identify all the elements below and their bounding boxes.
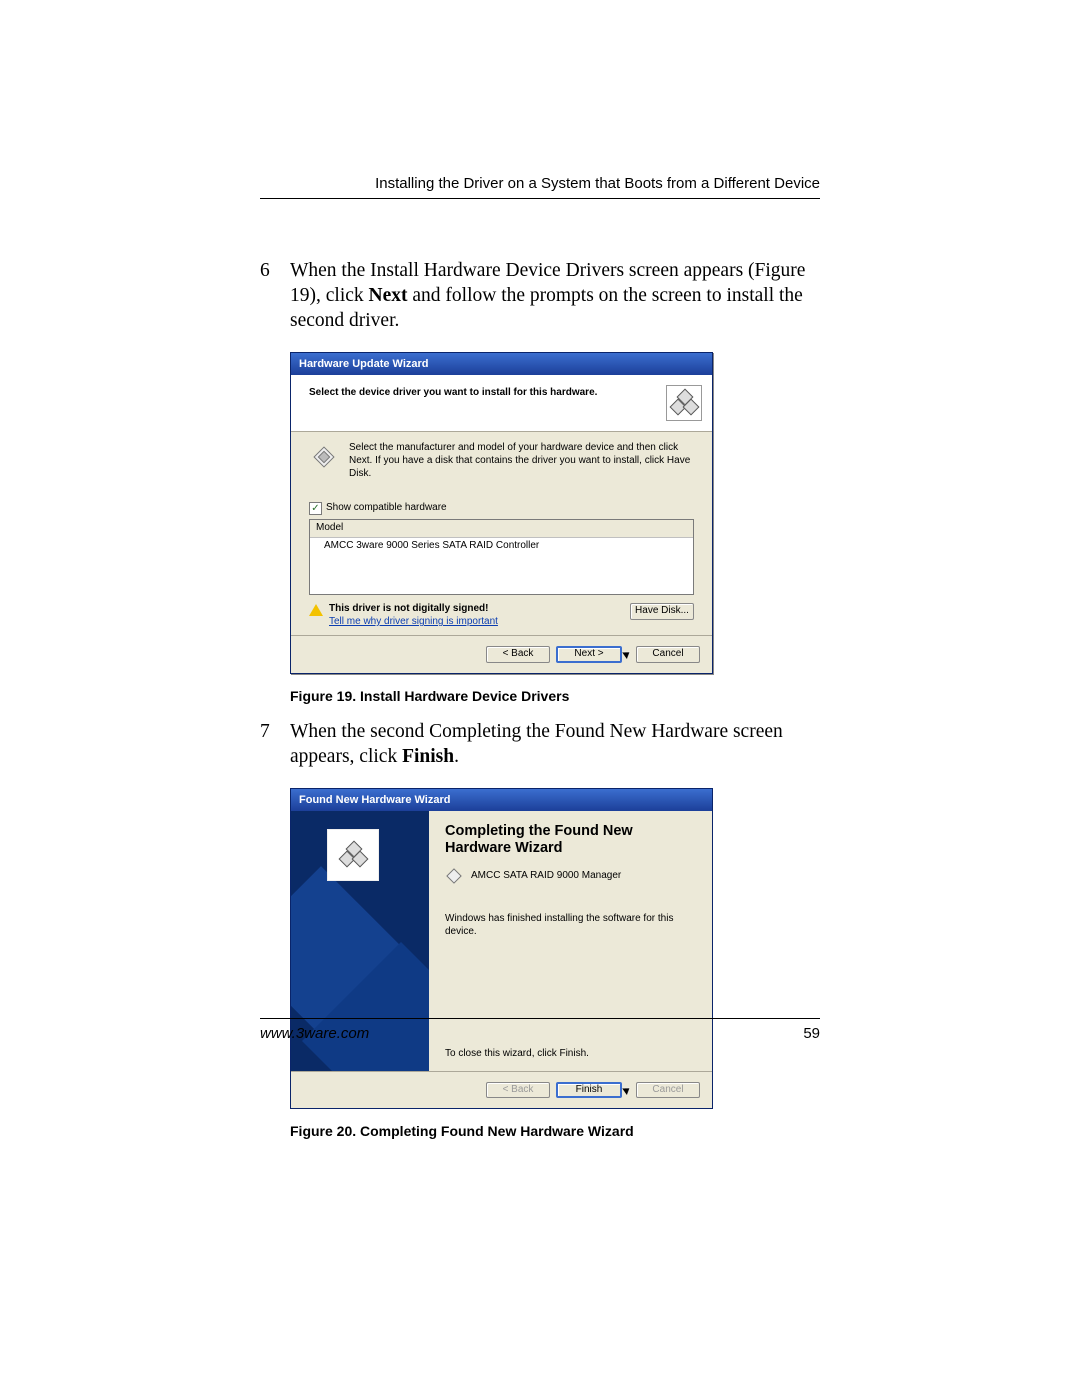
step-7-text-a: When the second Completing the Found New… [290, 721, 783, 767]
running-head: Installing the Driver on a System that B… [260, 175, 820, 199]
chip-icon [309, 442, 339, 472]
signing-info-link[interactable]: Tell me why driver signing is important [329, 616, 498, 629]
cancel-button[interactable]: Cancel [636, 646, 700, 663]
show-compatible-checkbox[interactable]: ✓ Show compatible hardware [309, 502, 694, 515]
device-icon [666, 385, 702, 421]
checkbox-checked-icon: ✓ [309, 502, 322, 515]
step-7-number: 7 [260, 720, 290, 770]
have-disk-button[interactable]: Have Disk... [630, 603, 694, 620]
cancel-button: Cancel [636, 1082, 700, 1099]
model-listbox[interactable]: Model AMCC 3ware 9000 Series SATA RAID C… [309, 519, 694, 595]
step-7-text: When the second Completing the Found New… [290, 720, 820, 770]
back-button: < Back [486, 1082, 550, 1099]
step-6-text: When the Install Hardware Device Drivers… [290, 259, 820, 334]
step-6-number: 6 [260, 259, 290, 334]
page-number: 59 [803, 1025, 820, 1042]
close-hint-text: To close this wizard, click Finish. [445, 1048, 696, 1067]
figure-19-caption: Figure 19. Install Hardware Device Drive… [290, 688, 820, 706]
wizard2-button-bar: < Back Finish Cancel [291, 1071, 712, 1109]
step-7-bold: Finish [402, 746, 454, 767]
model-list-header: Model [310, 520, 693, 538]
figure-20: Found New Hardware Wizard [290, 788, 820, 1110]
warning-icon [309, 604, 323, 616]
finish-button[interactable]: Finish [556, 1082, 622, 1099]
step-7-text-b: . [454, 746, 459, 767]
finished-text: Windows has finished installing the soft… [445, 913, 696, 939]
signing-warning: This driver is not digitally signed! Tel… [309, 603, 498, 629]
device-icon [327, 829, 379, 881]
wizard2-titlebar: Found New Hardware Wizard [291, 789, 712, 811]
wizard1-header-text: Select the device driver you want to ins… [309, 385, 666, 421]
found-new-hardware-wizard: Found New Hardware Wizard [290, 788, 713, 1110]
hardware-update-wizard: Hardware Update Wizard Select the device… [290, 352, 713, 674]
wizard1-button-bar: < Back Next > Cancel [291, 635, 712, 673]
next-button[interactable]: Next > [556, 646, 622, 663]
wizard2-heading: Completing the Found New Hardware Wizard [445, 823, 696, 858]
footer-url: www.3ware.com [260, 1025, 369, 1042]
wizard1-header: Select the device driver you want to ins… [291, 375, 712, 432]
wizard1-titlebar: Hardware Update Wizard [291, 353, 712, 375]
model-list-item[interactable]: AMCC 3ware 9000 Series SATA RAID Control… [310, 538, 693, 555]
figure-20-caption: Figure 20. Completing Found New Hardware… [290, 1123, 820, 1141]
warning-text: This driver is not digitally signed! [329, 603, 498, 616]
wizard1-instruction-text: Select the manufacturer and model of you… [349, 442, 694, 480]
step-6-bold: Next [369, 285, 408, 306]
page-footer: www.3ware.com 59 [260, 1018, 820, 1042]
wizard1-instruction: Select the manufacturer and model of you… [309, 442, 694, 480]
step-7: 7 When the second Completing the Found N… [260, 720, 820, 770]
figure-19: Hardware Update Wizard Select the device… [290, 352, 820, 674]
step-6: 6 When the Install Hardware Device Drive… [260, 259, 820, 334]
show-compatible-label: Show compatible hardware [326, 502, 447, 515]
device-row: AMCC SATA RAID 9000 Manager [445, 867, 696, 885]
device-name-text: AMCC SATA RAID 9000 Manager [471, 870, 621, 883]
back-button[interactable]: < Back [486, 646, 550, 663]
device-small-icon [445, 867, 463, 885]
